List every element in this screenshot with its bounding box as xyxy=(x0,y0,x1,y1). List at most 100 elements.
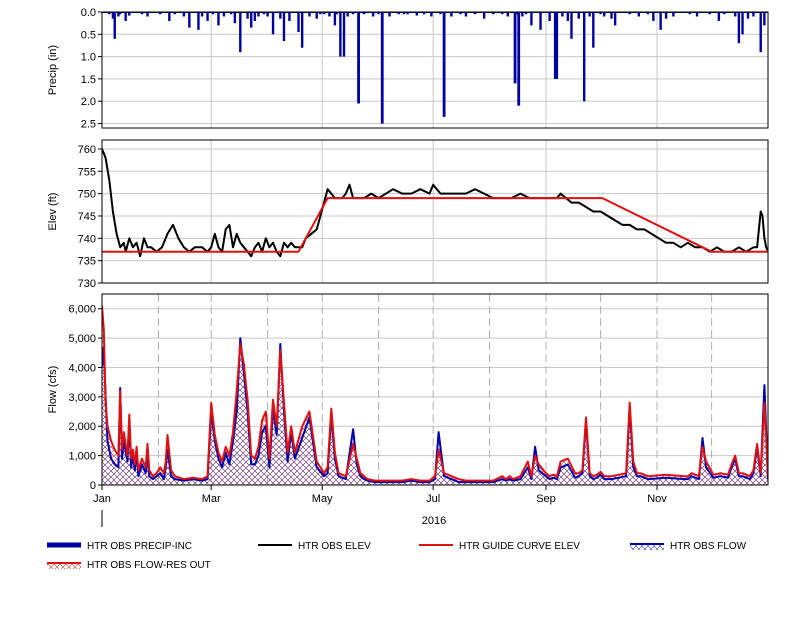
precip-bar xyxy=(746,12,750,19)
precip-bar xyxy=(380,12,384,124)
precip-bar xyxy=(570,12,573,39)
precip-bar xyxy=(566,12,570,21)
precip-bar xyxy=(530,12,533,26)
res-out-area xyxy=(102,305,768,485)
y-axis-label: Elev (ft) xyxy=(47,193,59,231)
y-tick-label: 760 xyxy=(78,144,96,156)
precip-bar xyxy=(659,12,662,30)
precip-bar xyxy=(271,12,275,35)
year-label: 2016 xyxy=(422,515,446,527)
precip-bar xyxy=(652,12,655,21)
panel-frame xyxy=(101,11,769,129)
precip-bar xyxy=(197,12,200,30)
x-tick-label: Sep xyxy=(536,493,556,505)
precip-bar xyxy=(113,12,116,39)
grid-layer xyxy=(101,11,768,486)
y-tick-label: 740 xyxy=(78,233,96,245)
data-layer xyxy=(102,12,768,485)
precip-bar xyxy=(357,12,360,104)
y-tick-label: 1.0 xyxy=(81,52,96,64)
precip-bar xyxy=(763,12,766,26)
panel-2-data xyxy=(102,148,768,258)
precip-bar xyxy=(737,12,741,44)
hydrograph-chart: 0.0 0.5 1.0 1.5 2.0 2.5 Precip (in) 760 755 750 74… xyxy=(47,7,769,571)
text-layer: 0.0 0.5 1.0 1.5 2.0 2.5 Precip (in) 760 755 750 74… xyxy=(47,7,667,527)
y-tick-label: 730 xyxy=(78,278,96,290)
legend-label: HTR OBS PRECIP-INC xyxy=(87,541,192,552)
precip-bar xyxy=(717,12,721,21)
y-tick-label: 3,000 xyxy=(68,392,96,404)
obs-flow-line xyxy=(102,337,768,484)
precip-bar xyxy=(610,12,613,19)
precip-bar xyxy=(188,12,191,28)
precip-bar xyxy=(555,12,559,79)
x-tick-label: May xyxy=(312,493,333,505)
x-tick-label: Mar xyxy=(202,493,221,505)
precip-bar xyxy=(206,12,209,21)
y-tick-label: 2,000 xyxy=(68,421,96,433)
y-axis-label: Precip (in) xyxy=(47,45,59,95)
y-tick-label: 5,000 xyxy=(68,333,96,345)
precip-bar xyxy=(517,12,521,106)
y-tick-label: 1,000 xyxy=(68,451,96,463)
precip-bar xyxy=(233,12,237,24)
legend: HTR OBS PRECIP-INC HTR OBS ELEV HTR GUIDE … xyxy=(47,541,747,571)
precip-bar xyxy=(583,12,586,102)
x-tick-label: Jul xyxy=(426,493,440,505)
y-tick-label: 0 xyxy=(90,480,96,492)
precip-bar xyxy=(548,12,551,21)
precip-bar xyxy=(577,12,580,19)
y-tick-label: 0.5 xyxy=(81,29,96,41)
precip-bar xyxy=(482,12,486,19)
precip-bar xyxy=(288,12,291,21)
legend-item: HTR GUIDE CURVE ELEV xyxy=(419,541,580,552)
y-tick-label: 745 xyxy=(78,211,96,223)
legend-item: HTR OBS ELEV xyxy=(258,541,371,552)
obs-flow-area xyxy=(102,338,768,485)
precip-bar xyxy=(239,12,242,53)
precip-bar xyxy=(279,12,282,19)
precip-bar xyxy=(253,12,257,21)
precip-bar xyxy=(592,12,595,48)
y-tick-label: 1.5 xyxy=(81,74,96,86)
legend-item: HTR OBS FLOW xyxy=(630,541,747,552)
panel-frame xyxy=(101,139,769,284)
obs-elev-line xyxy=(102,148,768,258)
y-tick-label: 755 xyxy=(78,166,96,178)
precip-bar xyxy=(539,12,542,30)
y-tick-label: 735 xyxy=(78,256,96,268)
precip-bar xyxy=(282,12,286,41)
precip-bar xyxy=(664,12,668,19)
y-tick-label: 2.0 xyxy=(81,96,96,108)
precip-bar xyxy=(342,12,346,57)
precip-bar xyxy=(250,12,253,28)
y-tick-label: 750 xyxy=(78,189,96,201)
precip-bar xyxy=(759,12,762,53)
legend-label: HTR GUIDE CURVE ELEV xyxy=(459,541,580,552)
legend-label: HTR OBS FLOW xyxy=(670,541,747,552)
precip-bar xyxy=(442,12,446,117)
precip-bar xyxy=(741,12,744,35)
legend-item: HTR OBS FLOW-RES OUT xyxy=(47,560,211,571)
precip-bar xyxy=(339,12,342,57)
y-tick-label: 2.5 xyxy=(81,119,96,131)
y-tick-label: 0.0 xyxy=(81,7,96,19)
precip-bar xyxy=(246,12,249,19)
legend-label: HTR OBS ELEV xyxy=(298,541,371,552)
res-out-line xyxy=(102,305,768,482)
precip-bar xyxy=(613,12,617,26)
legend-item: HTR OBS PRECIP-INC xyxy=(47,541,192,552)
panel-frame xyxy=(101,293,769,486)
precip-bar xyxy=(217,12,220,26)
precip-bar xyxy=(168,12,171,21)
y-tick-label: 6,000 xyxy=(68,304,96,316)
panel-3-data xyxy=(102,305,768,485)
y-axis-label: Flow (cfs) xyxy=(47,366,59,414)
precip-bar xyxy=(513,12,517,84)
precip-bar xyxy=(124,12,127,21)
precip-bar xyxy=(297,12,300,33)
x-tick-label: Jan xyxy=(93,493,111,505)
precip-bar xyxy=(300,12,304,48)
legend-label: HTR OBS FLOW-RES OUT xyxy=(87,560,211,571)
precip-bar xyxy=(315,12,318,19)
